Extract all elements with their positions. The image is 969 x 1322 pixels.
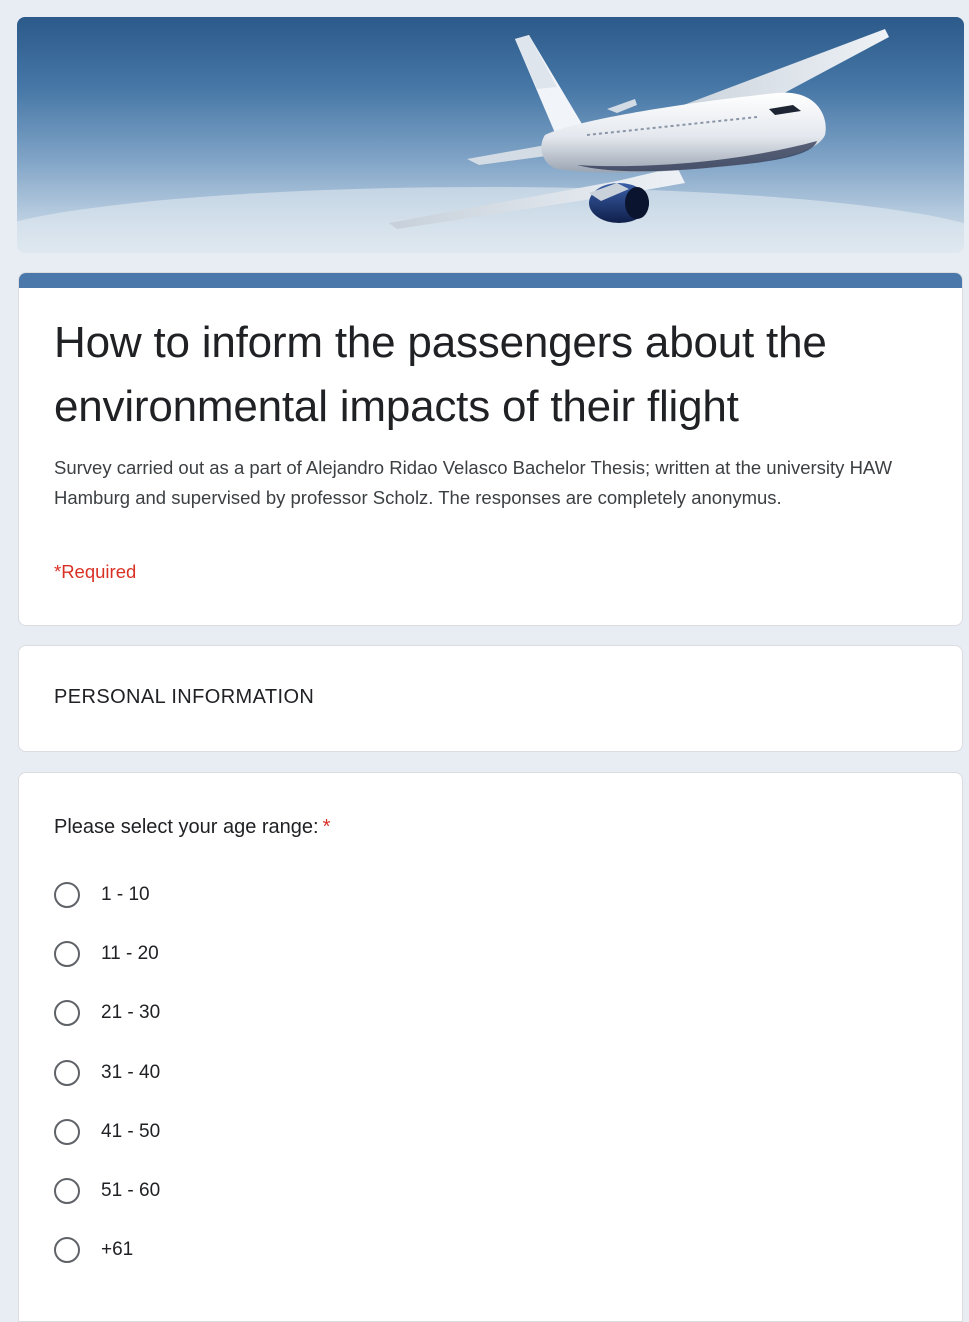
header-banner-image	[17, 17, 964, 253]
accent-bar	[19, 273, 962, 288]
radio-option[interactable]: 31 - 40	[54, 1053, 354, 1112]
radio-group-age-range: 1 - 10 11 - 20 21 - 30 31 - 40 41 - 50 5…	[54, 875, 354, 1289]
question-card-age-range: Please select your age range: * 1 - 10 11…	[18, 772, 963, 1322]
radio-option[interactable]: 41 - 50	[54, 1112, 354, 1171]
radio-option-label[interactable]: 1 - 10	[101, 884, 150, 906]
section-header-card: PERSONAL INFORMATION	[18, 645, 963, 752]
form-description: Survey carried out as a part of Alejandr…	[54, 457, 893, 508]
required-asterisk: *	[322, 816, 331, 838]
radio-button[interactable]	[54, 1237, 80, 1264]
radio-option-label[interactable]: +61	[101, 1239, 133, 1261]
radio-option-label[interactable]: 31 - 40	[101, 1062, 160, 1084]
radio-button[interactable]	[54, 1118, 80, 1145]
radio-option[interactable]: 51 - 60	[54, 1171, 354, 1230]
radio-option[interactable]: +61	[54, 1230, 354, 1289]
radio-option-label[interactable]: 51 - 60	[101, 1180, 160, 1202]
radio-option[interactable]: 1 - 10	[54, 875, 354, 934]
section-title: PERSONAL INFORMATION	[54, 686, 315, 708]
form-title: How to inform the passengers about the e…	[54, 318, 827, 431]
airplane-illustration	[17, 29, 964, 253]
radio-button[interactable]	[54, 882, 80, 908]
question-label: Please select your age range: *	[54, 816, 330, 839]
question-text: Please select your age range:	[54, 816, 319, 838]
radio-button[interactable]	[54, 941, 80, 968]
form-header-card: How to inform the passengers about the e…	[18, 272, 963, 626]
radio-button[interactable]	[54, 1000, 80, 1027]
required-note: *Required	[54, 561, 137, 582]
radio-button[interactable]	[54, 1177, 80, 1204]
radio-option-label[interactable]: 21 - 30	[101, 1002, 160, 1024]
radio-option-label[interactable]: 11 - 20	[101, 943, 159, 965]
radio-option[interactable]: 21 - 30	[54, 993, 354, 1052]
radio-option-label[interactable]: 41 - 50	[101, 1121, 160, 1143]
radio-button[interactable]	[54, 1059, 80, 1086]
radio-option[interactable]: 11 - 20	[54, 934, 354, 993]
